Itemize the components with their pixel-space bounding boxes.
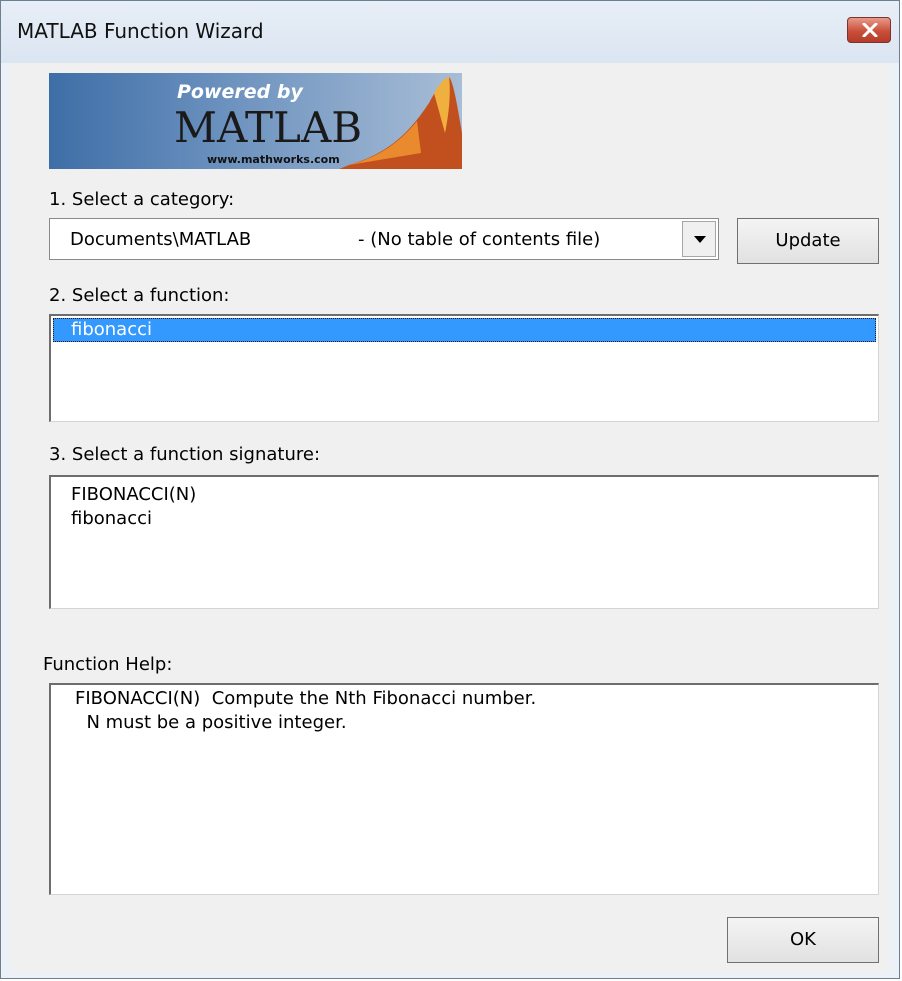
category-label: 1. Select a category: <box>49 189 235 210</box>
signature-list[interactable]: FIBONACCI(N) fibonacci <box>49 475 879 609</box>
window-title: MATLAB Function Wizard <box>17 19 264 43</box>
dropdown-arrow-button[interactable] <box>682 221 716 257</box>
logo-url: www.mathworks.com <box>207 153 340 166</box>
title-bar[interactable]: MATLAB Function Wizard <box>1 1 899 63</box>
function-help-text[interactable]: FIBONACCI(N) Compute the Nth Fibonacci n… <box>49 683 879 895</box>
function-help-label: Function Help: <box>43 654 173 675</box>
dialog-client-area: Powered by MATLAB www.mathworks.com 1. S… <box>11 63 889 972</box>
logo-powered-by: Powered by <box>177 81 303 103</box>
dialog-window: MATLAB Function Wizard Powered by MATLAB… <box>0 0 900 979</box>
ok-button[interactable]: OK <box>727 917 879 963</box>
help-line: N must be a positive integer. <box>75 712 347 733</box>
signature-label: 3. Select a function signature: <box>49 444 321 465</box>
close-icon <box>862 23 878 37</box>
signature-list-item[interactable]: FIBONACCI(N) <box>51 483 878 507</box>
category-note: - (No table of contents file) <box>358 229 601 250</box>
category-path: Documents\MATLAB <box>70 229 252 250</box>
function-list[interactable]: fibonacci <box>49 314 879 422</box>
function-label: 2. Select a function: <box>49 285 230 306</box>
category-dropdown[interactable]: Documents\MATLAB - (No table of contents… <box>49 218 719 260</box>
chevron-down-icon <box>694 236 706 243</box>
function-list-item[interactable]: fibonacci <box>53 318 876 342</box>
update-button[interactable]: Update <box>737 218 879 264</box>
matlab-logo: Powered by MATLAB www.mathworks.com <box>49 73 462 169</box>
logo-brand: MATLAB <box>174 103 363 152</box>
signature-list-item[interactable]: fibonacci <box>51 507 878 531</box>
close-button[interactable] <box>847 17 891 43</box>
help-line: FIBONACCI(N) Compute the Nth Fibonacci n… <box>75 688 537 709</box>
